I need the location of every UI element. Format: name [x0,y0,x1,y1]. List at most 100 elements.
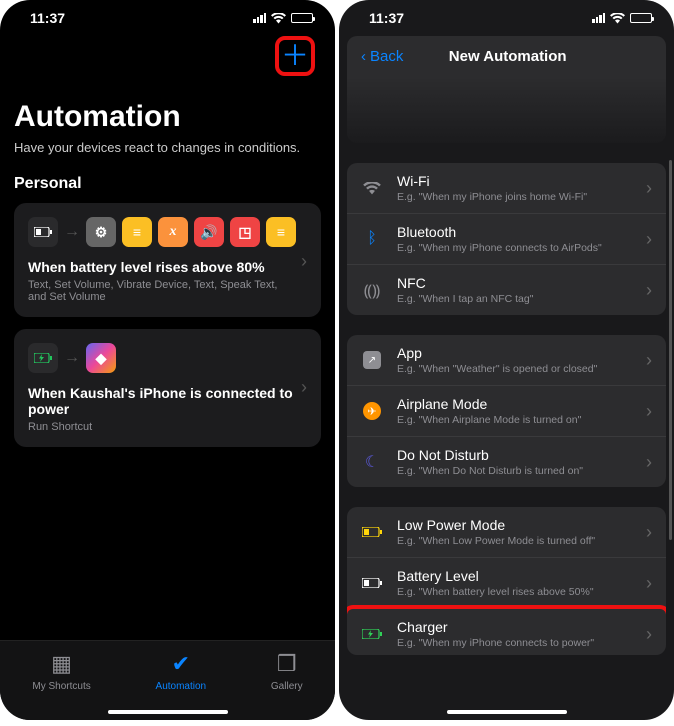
status-bar: 11:37 [0,0,335,32]
widget-icon: ◳ [230,217,260,247]
trigger-battery-level[interactable]: Battery Level E.g. "When battery level ri… [347,558,666,609]
trigger-bluetooth[interactable]: ᛒ Bluetooth E.g. "When my iPhone connects… [347,214,666,265]
clock-check-icon: ✔︎ [172,651,190,677]
trigger-example: E.g. "When my iPhone connects to AirPods… [397,242,632,254]
automation-desc: Text, Set Volume, Vibrate Device, Text, … [28,279,293,303]
trigger-group-connectivity: Wi-Fi E.g. "When my iPhone joins home Wi-… [347,163,666,315]
trigger-group-power: Low Power Mode E.g. "When Low Power Mode … [347,507,666,655]
nav-title: New Automation [363,48,652,65]
trigger-example: E.g. "When Airplane Mode is turned on" [397,414,632,426]
add-automation-button[interactable]: ＋ [275,36,315,76]
clock-text: 11:37 [369,10,404,26]
status-bar: 11:37 [339,0,674,32]
battery-trigger-icon [28,217,58,247]
nfc-icon: ⸨⸩ [361,279,383,301]
page-title: Automation [14,100,321,134]
arrow-icon: → [64,223,80,241]
chevron-right-icon: › [646,350,652,371]
trigger-label: Bluetooth [397,224,632,240]
charger-trigger-icon [28,343,58,373]
chevron-right-icon: › [646,452,652,473]
wifi-icon [610,13,625,24]
tab-label: Automation [156,681,207,692]
tab-automation[interactable]: ✔︎ Automation [156,651,207,692]
status-icons [253,13,313,24]
arrow-icon: → [64,349,80,367]
shortcuts-icon: ◆ [86,343,116,373]
trigger-low-power[interactable]: Low Power Mode E.g. "When Low Power Mode … [347,507,666,558]
trigger-label: App [397,345,632,361]
cellular-icon [592,13,605,23]
trigger-label: Low Power Mode [397,517,632,533]
automation-title: When Kaushal's iPhone is connected to po… [28,385,293,417]
airplane-icon: ✈ [361,402,383,420]
automation-title: When battery level rises above 80% [28,259,293,275]
gear-icon: ⚙︎ [86,217,116,247]
bluetooth-icon: ᛒ [361,230,383,248]
status-icons [592,13,652,24]
clock-text: 11:37 [30,10,65,26]
trigger-label: Battery Level [397,568,632,584]
tab-gallery[interactable]: ❒ Gallery [271,651,303,692]
trigger-wifi[interactable]: Wi-Fi E.g. "When my iPhone joins home Wi-… [347,163,666,214]
tab-label: Gallery [271,681,303,692]
chevron-right-icon: › [646,280,652,301]
automation-icons: → ◆ [28,343,307,373]
speaker-icon: 🔊 [194,217,224,247]
wifi-icon [271,13,286,24]
trigger-app[interactable]: ↗ App E.g. "When "Weather" is opened or c… [347,335,666,386]
trigger-label: Airplane Mode [397,396,632,412]
trigger-example: E.g. "When Do Not Disturb is turned on" [397,465,632,477]
section-header-personal: Personal [14,175,321,193]
automation-icons: → ⚙︎ ≡ x 🔊 ◳ ≡ [28,217,307,247]
trigger-example: E.g. "When "Weather" is opened or closed… [397,363,632,375]
cellular-icon [253,13,266,23]
wifi-trigger-icon [361,182,383,195]
chevron-right-icon: › [646,229,652,250]
chevron-right-icon: › [646,573,652,594]
scroll-indicator[interactable] [669,160,672,540]
phone-automation-list: 11:37 ＋ Automation Have your devices rea… [0,0,335,720]
page-subtitle: Have your devices react to changes in co… [14,140,321,155]
trigger-label: NFC [397,275,632,291]
trigger-example: E.g. "When my iPhone connects to power" [397,637,632,649]
trigger-example: E.g. "When I tap an NFC tag" [397,293,632,305]
text-icon: ≡ [122,217,152,247]
trigger-nfc[interactable]: ⸨⸩ NFC E.g. "When I tap an NFC tag" › [347,265,666,315]
trigger-charger[interactable]: Charger E.g. "When my iPhone connects to … [347,605,666,655]
trigger-example: E.g. "When Low Power Mode is turned off" [397,535,632,547]
automation-desc: Run Shortcut [28,421,293,433]
text2-icon: ≡ [266,217,296,247]
automation-card-2[interactable]: → ◆ When Kaushal's iPhone is connected t… [14,329,321,447]
trigger-label: Charger [397,619,632,635]
battery-icon [291,13,313,23]
chevron-right-icon: › [646,401,652,422]
tab-my-shortcuts[interactable]: ▦ My Shortcuts [32,651,90,692]
home-indicator[interactable] [108,710,228,714]
app-icon: ↗ [361,351,383,369]
charger-icon [361,629,383,639]
chevron-right-icon: › [646,522,652,543]
automation-card-1[interactable]: → ⚙︎ ≡ x 🔊 ◳ ≡ When battery level rises … [14,203,321,317]
tab-bar: ▦ My Shortcuts ✔︎ Automation ❒ Gallery [0,640,335,720]
trigger-label: Wi-Fi [397,173,632,189]
grid-icon: ▦ [51,651,72,677]
trigger-dnd[interactable]: ☾ Do Not Disturb E.g. "When Do Not Distur… [347,437,666,487]
home-indicator[interactable] [447,710,567,714]
moon-icon: ☾ [361,452,383,472]
trigger-label: Do Not Disturb [397,447,632,463]
low-power-icon [361,527,383,537]
tab-label: My Shortcuts [32,681,90,692]
phone-new-automation: 11:37 ‹ Back New Automation Wi-Fi E.g. "W… [339,0,674,720]
chevron-right-icon: › [646,624,652,645]
nav-bar: ‹ Back New Automation [347,36,666,77]
stacks-icon: ❒ [277,651,297,677]
trigger-example: E.g. "When my iPhone joins home Wi-Fi" [397,191,632,203]
trigger-example: E.g. "When battery level rises above 50%… [397,586,632,598]
sheet-top-fade [347,77,666,143]
variable-icon: x [158,217,188,247]
battery-level-icon [361,578,383,588]
battery-icon [630,13,652,23]
trigger-airplane[interactable]: ✈ Airplane Mode E.g. "When Airplane Mode … [347,386,666,437]
chevron-right-icon: › [646,178,652,199]
